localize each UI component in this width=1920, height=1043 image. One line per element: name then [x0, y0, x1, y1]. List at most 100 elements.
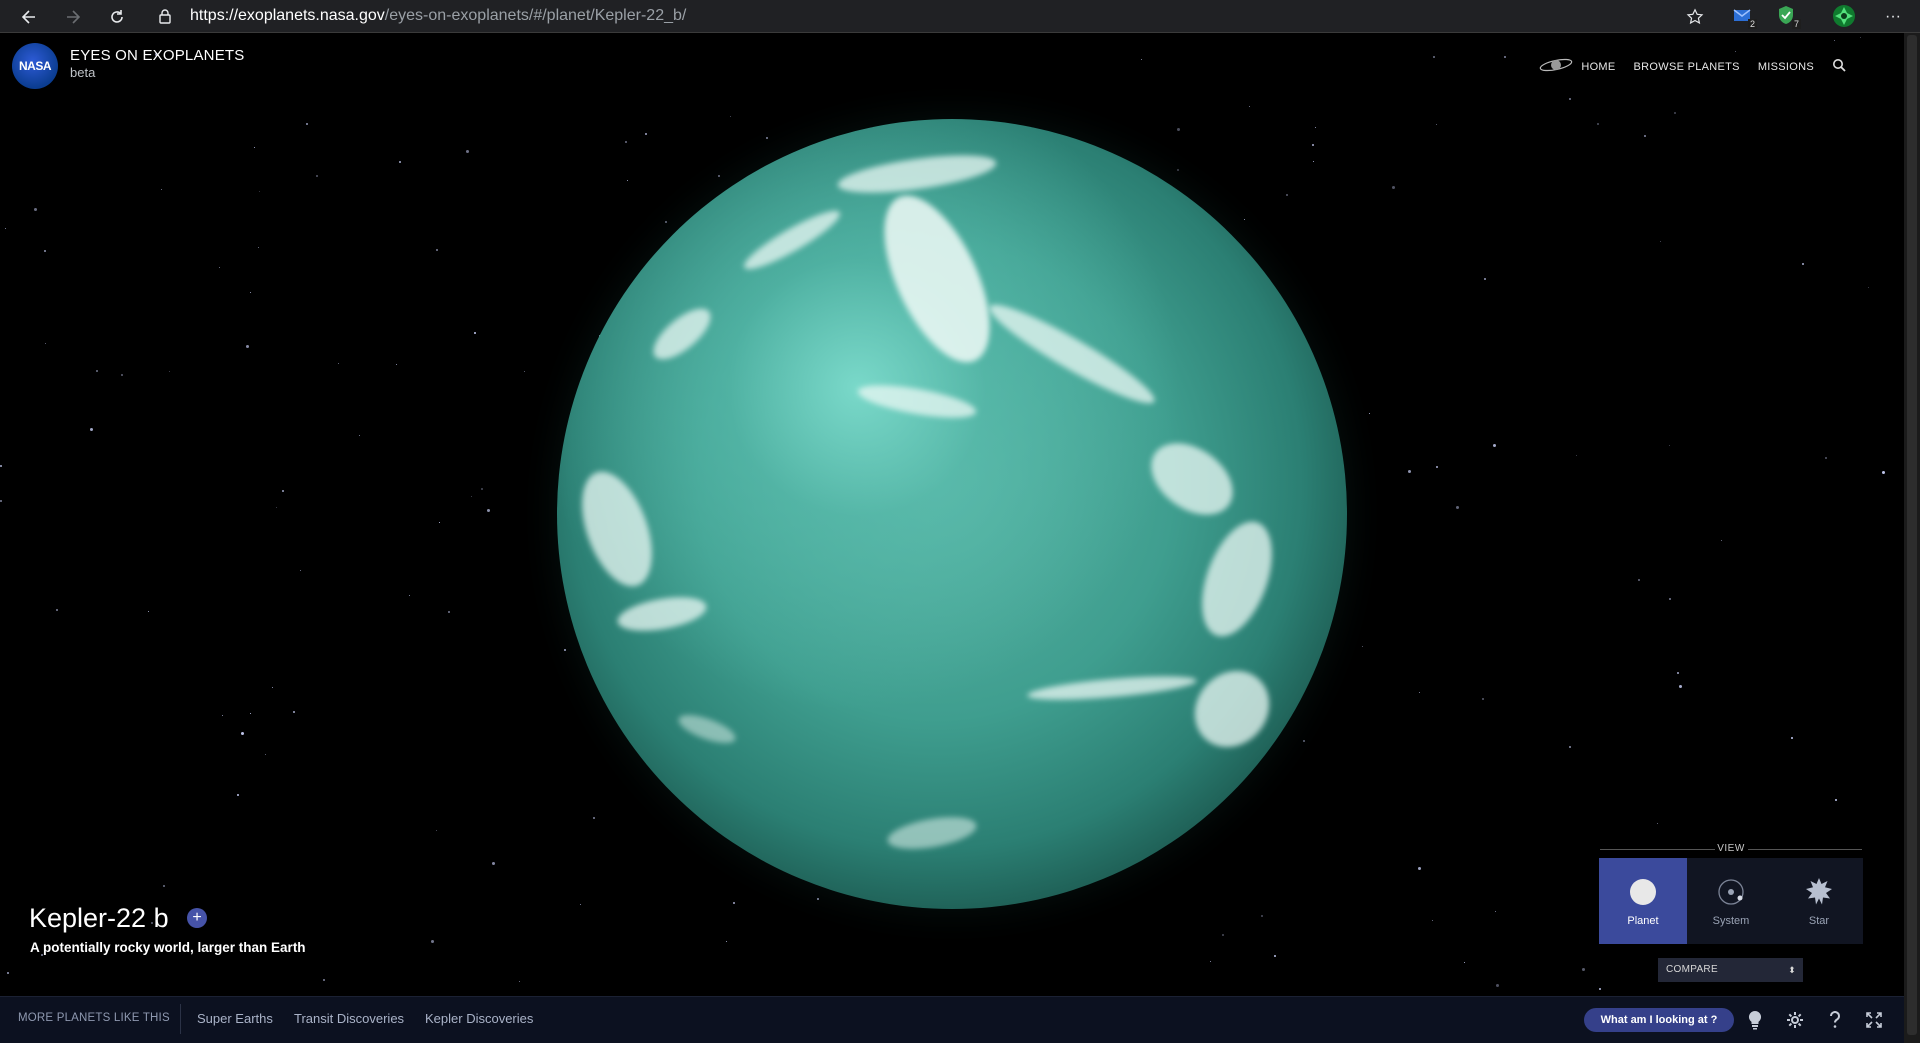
- settings-gear-icon[interactable]: [1784, 1009, 1806, 1031]
- compare-label: COMPARE: [1666, 964, 1718, 975]
- url-path: /eyes-on-exoplanets/#/planet/Kepler-22_b…: [384, 7, 687, 24]
- star-dot: [1569, 746, 1571, 748]
- star-dot: [7, 972, 9, 974]
- star-dot: [1286, 194, 1288, 196]
- star-dot: [1261, 915, 1263, 917]
- star-dot: [163, 885, 165, 887]
- reload-icon: [111, 10, 123, 23]
- star-dot: [645, 133, 647, 135]
- star-dot: [282, 490, 284, 492]
- star-dot: [593, 817, 595, 819]
- star-dot: [580, 904, 581, 905]
- star-dot: [431, 940, 434, 943]
- app-title[interactable]: EYES ON EXOPLANETS: [70, 47, 245, 64]
- link-transit-discoveries[interactable]: Transit Discoveries: [294, 1011, 404, 1026]
- star-dot: [439, 522, 440, 523]
- address-bar[interactable]: https://exoplanets.nasa.gov/eyes-on-exop…: [190, 7, 686, 25]
- star-dot: [219, 267, 220, 268]
- star-dot: [1657, 823, 1658, 824]
- browser-toolbar: https://exoplanets.nasa.gov/eyes-on-exop…: [0, 0, 1920, 33]
- favorite-star-button[interactable]: [1682, 4, 1708, 30]
- star-dot: [1315, 127, 1316, 128]
- nav-missions[interactable]: MISSIONS: [1758, 61, 1814, 73]
- star-dot: [399, 161, 401, 163]
- star-dot: [564, 649, 566, 651]
- forward-button[interactable]: [60, 4, 86, 30]
- star-dot: [1418, 867, 1421, 870]
- star-dot: [466, 150, 469, 153]
- view-selector: Planet System Star: [1599, 858, 1863, 944]
- page-scrollbar[interactable]: [1904, 33, 1920, 1043]
- forward-arrow-icon: [67, 10, 81, 24]
- help-question-icon[interactable]: [1824, 1009, 1846, 1031]
- star-dot: [1660, 241, 1661, 242]
- star-dot: [161, 189, 162, 190]
- star-dot: [359, 435, 360, 436]
- back-arrow-icon: [21, 10, 35, 24]
- star-dot: [56, 609, 58, 611]
- star-dot: [1504, 56, 1506, 58]
- star-dot: [1141, 59, 1142, 60]
- star-dot: [1825, 457, 1827, 459]
- scrollbar-thumb[interactable]: [1907, 35, 1917, 1035]
- star-dot: [1868, 287, 1869, 288]
- star-dot: [718, 175, 720, 177]
- star-dot: [1638, 579, 1640, 581]
- star-dot: [272, 687, 273, 688]
- back-button[interactable]: [16, 4, 42, 30]
- star-dot: [1436, 124, 1437, 125]
- lock-icon: [159, 9, 171, 24]
- reload-button[interactable]: [104, 4, 130, 30]
- star-dot: [1582, 968, 1585, 971]
- compare-select[interactable]: COMPARE ⬍: [1658, 958, 1803, 982]
- nasa-logo-text: NASA: [18, 59, 52, 73]
- star-dot: [1432, 920, 1433, 921]
- star-dot: [1484, 278, 1486, 280]
- star-dot: [396, 364, 397, 365]
- more-dots-icon: ···: [1885, 8, 1901, 25]
- star-dot: [1669, 445, 1670, 446]
- view-option-label: Planet: [1627, 915, 1659, 927]
- what-am-i-looking-at-button[interactable]: What am I looking at ?: [1584, 1008, 1734, 1032]
- star-dot: [1222, 934, 1224, 936]
- star-dot: [0, 465, 2, 467]
- star-dot: [246, 345, 249, 348]
- view-star-button[interactable]: Star: [1775, 858, 1863, 944]
- view-planet-button[interactable]: Planet: [1599, 858, 1687, 944]
- star-dot: [250, 713, 251, 714]
- nasa-logo[interactable]: NASA: [12, 43, 58, 89]
- link-super-earths[interactable]: Super Earths: [197, 1011, 273, 1026]
- star-dot: [259, 191, 260, 192]
- nav-browse-planets[interactable]: BROWSE PLANETS: [1634, 61, 1740, 73]
- star-dot: [265, 754, 266, 755]
- space-scene[interactable]: NASA EYES ON EXOPLANETS beta HOME BROWSE…: [0, 33, 1904, 996]
- add-planet-button[interactable]: +: [187, 908, 207, 928]
- star-dot: [625, 141, 627, 143]
- extension-mail[interactable]: 2: [1731, 4, 1757, 30]
- star-dot: [121, 374, 123, 376]
- star-dot: [1312, 144, 1314, 146]
- star-dot: [1679, 685, 1682, 688]
- nav-home[interactable]: HOME: [1581, 61, 1615, 73]
- star-dot: [1669, 598, 1671, 600]
- extension-green[interactable]: [1832, 4, 1858, 30]
- divider: [180, 1004, 181, 1034]
- extension-shield[interactable]: 7: [1775, 4, 1801, 30]
- star-dot: [300, 570, 301, 571]
- star-dot: [222, 715, 223, 716]
- view-system-button[interactable]: System: [1687, 858, 1775, 944]
- search-icon[interactable]: [1832, 58, 1846, 75]
- star-dot: [1303, 740, 1305, 742]
- lightbulb-icon[interactable]: [1744, 1009, 1766, 1031]
- star-dot: [481, 488, 483, 490]
- fullscreen-icon[interactable]: [1863, 1009, 1885, 1031]
- planet-render[interactable]: [557, 119, 1347, 909]
- star-dot: [258, 247, 259, 248]
- star-dot: [524, 371, 525, 372]
- star-dot: [254, 147, 255, 148]
- star-dot: [169, 371, 170, 372]
- star-dot: [1210, 961, 1211, 962]
- link-kepler-discoveries[interactable]: Kepler Discoveries: [425, 1011, 533, 1026]
- browser-menu-button[interactable]: ···: [1880, 4, 1906, 30]
- star-dot: [1496, 984, 1499, 987]
